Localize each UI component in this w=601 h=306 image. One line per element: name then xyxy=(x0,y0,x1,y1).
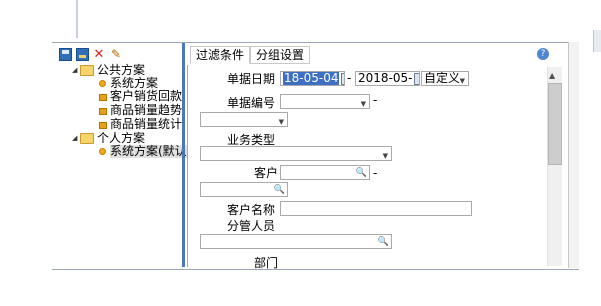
search-icon[interactable]: 🔍 xyxy=(356,167,367,179)
search-person-icon[interactable]: 🔍 xyxy=(378,236,389,248)
folder-icon xyxy=(80,133,94,144)
dialog-right-edge xyxy=(568,42,579,268)
doc-no-to-select[interactable]: ▼ xyxy=(200,112,288,127)
customer-name-input[interactable] xyxy=(280,201,472,216)
range-separator: - xyxy=(373,93,378,107)
delete-icon[interactable]: ✕ xyxy=(92,47,106,62)
scheme-icon xyxy=(99,148,106,155)
tab-group-settings[interactable]: 分组设置 xyxy=(250,46,311,64)
tree-item[interactable]: 商品销量统计 xyxy=(99,118,182,131)
manager-label: 分管人员 xyxy=(227,219,276,233)
customer-label: 客户 xyxy=(254,166,279,180)
background-divider xyxy=(76,0,78,38)
customer-to-field[interactable]: 🔍 xyxy=(200,182,288,197)
customer-name-label: 客户名称 xyxy=(227,203,276,217)
tree-item[interactable]: 商品销量趋势 xyxy=(99,104,182,117)
calendar-icon[interactable] xyxy=(414,72,419,85)
expand-triangle-icon[interactable]: ◢ xyxy=(72,132,80,145)
scrollbar-thumb[interactable] xyxy=(548,83,562,165)
doc-no-label: 单据编号 xyxy=(227,96,276,110)
doc-no-from-select[interactable]: ▼ xyxy=(280,94,370,109)
lock-icon xyxy=(99,108,107,115)
pane-splitter[interactable] xyxy=(182,43,185,267)
date-from-value: 18-05-04 xyxy=(283,71,340,85)
calendar-icon[interactable] xyxy=(341,72,344,85)
date-range-value: 自定义 xyxy=(424,71,461,85)
department-label: 部门 xyxy=(254,256,279,270)
tree-item-label: 商品销量统计 xyxy=(110,117,183,131)
edit-icon[interactable]: ✎ xyxy=(109,47,123,61)
help-icon[interactable]: ? xyxy=(537,48,549,60)
date-to-value: 2018-05- xyxy=(358,71,413,85)
chevron-down-icon: ▼ xyxy=(382,152,388,160)
date-from-field[interactable]: 18-05-04 xyxy=(280,71,345,86)
scheme-icon xyxy=(99,80,106,87)
lock-icon xyxy=(99,122,107,129)
manager-field[interactable]: 🔍 xyxy=(200,234,392,249)
chevron-down-icon: ▼ xyxy=(278,118,284,126)
tree-item-selected[interactable]: 系统方案(默认 xyxy=(99,145,187,158)
tree-item[interactable]: 客户销货回款 xyxy=(99,90,182,103)
chevron-down-icon: ▼ xyxy=(459,77,465,85)
tree-item-label: 客户销货回款 xyxy=(110,89,183,103)
tree-item-label: 系统方案(默认 xyxy=(110,144,187,158)
business-type-select[interactable]: ▼ xyxy=(200,146,392,161)
scheme-toolbar: ✕ ✎ xyxy=(58,47,123,63)
background-window-edge xyxy=(593,30,601,52)
doc-date-label: 单据日期 xyxy=(227,72,276,86)
date-to-field[interactable]: 2018-05- xyxy=(355,71,420,86)
tab-filter-conditions[interactable]: 过滤条件 xyxy=(190,46,251,64)
chevron-down-icon: ▼ xyxy=(360,100,366,108)
folder-icon xyxy=(80,65,94,76)
expand-triangle-icon[interactable]: ◢ xyxy=(72,64,80,77)
date-range-select[interactable]: 自定义 ▼ xyxy=(421,71,469,86)
range-separator: - xyxy=(347,71,352,85)
business-type-label: 业务类型 xyxy=(227,133,276,147)
tree-item-label: 商品销量趋势 xyxy=(110,103,183,117)
customer-from-field[interactable]: 🔍 xyxy=(280,165,370,180)
filter-tabs: 过滤条件 分组设置 xyxy=(190,46,311,64)
lock-icon xyxy=(99,94,107,101)
range-separator: - xyxy=(373,166,378,180)
save-as-icon[interactable] xyxy=(75,47,89,61)
save-icon[interactable] xyxy=(58,47,72,61)
search-icon[interactable]: 🔍 xyxy=(274,184,285,196)
scroll-up-arrow-icon[interactable]: ▲ xyxy=(549,71,555,80)
